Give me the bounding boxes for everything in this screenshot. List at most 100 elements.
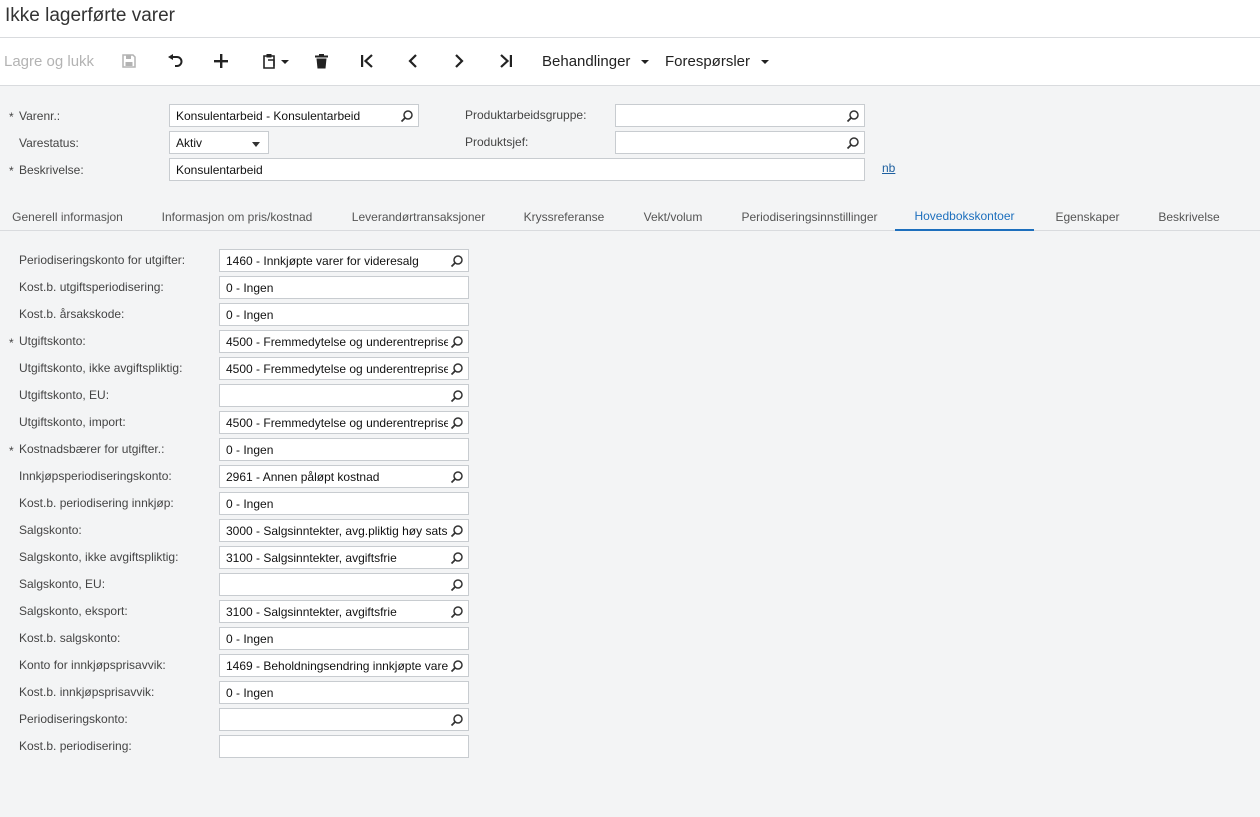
- save-close-button[interactable]: Lagre og lukk: [4, 38, 94, 84]
- gl-text-field[interactable]: 0 - Ingen: [219, 681, 469, 704]
- search-icon[interactable]: [400, 109, 414, 123]
- add-icon[interactable]: [210, 38, 232, 84]
- gl-lookup-field[interactable]: [219, 708, 469, 731]
- tab-bar: Generell informasjon Informasjon om pris…: [0, 203, 1260, 231]
- gl-field-value: 1460 - Innkjøpte varer for videresalg: [226, 253, 419, 268]
- language-link[interactable]: nb: [882, 161, 895, 175]
- gl-field-label: Kost.b. innkjøpsprisavvik:: [19, 685, 155, 699]
- varenr-value: Konsulentarbeid - Konsulentarbeid: [176, 108, 361, 123]
- produktarbeidsgruppe-label: Produktarbeidsgruppe:: [465, 108, 587, 122]
- foresporsler-label: Forespørsler: [665, 52, 751, 70]
- next-record-icon[interactable]: [448, 38, 470, 84]
- gl-text-field[interactable]: 0 - Ingen: [219, 438, 469, 461]
- toolbar: Lagre og lukk Behandlinger Forespørsler: [0, 38, 1260, 86]
- paste-menu-icon[interactable]: [258, 38, 292, 84]
- gl-field-value: 3000 - Salgsinntekter, avg.pliktig høy s…: [226, 523, 448, 538]
- search-icon[interactable]: [450, 605, 464, 619]
- gl-field-label: Kostnadsbærer for utgifter.:: [19, 442, 165, 456]
- gl-lookup-field[interactable]: 4500 - Fremmedytelse og underentreprise: [219, 357, 469, 380]
- gl-lookup-field[interactable]: 1469 - Beholdningsendring innkjøpte vare…: [219, 654, 469, 677]
- tab-egenskaper[interactable]: Egenskaper: [1044, 203, 1131, 231]
- gl-field-label: Salgskonto, eksport:: [19, 604, 128, 618]
- gl-field-label: Kost.b. utgiftsperiodisering:: [19, 280, 164, 294]
- tab-hovedbokskontoer[interactable]: Hovedbokskontoer: [895, 203, 1034, 231]
- varenr-label: Varenr.:: [19, 109, 61, 123]
- gl-field-label: Konto for innkjøpsprisavvik:: [19, 658, 166, 672]
- produktarbeidsgruppe-field[interactable]: [615, 104, 865, 127]
- search-icon[interactable]: [450, 416, 464, 430]
- gl-field-label: Utgiftskonto, ikke avgiftspliktig:: [19, 361, 183, 375]
- search-icon[interactable]: [846, 136, 860, 150]
- search-icon[interactable]: [450, 578, 464, 592]
- last-record-icon[interactable]: [495, 38, 517, 84]
- gl-text-field[interactable]: 0 - Ingen: [219, 303, 469, 326]
- gl-lookup-field[interactable]: 3100 - Salgsinntekter, avgiftsfrie: [219, 600, 469, 623]
- gl-field-value: 3100 - Salgsinntekter, avgiftsfrie: [226, 550, 397, 565]
- varenr-field[interactable]: Konsulentarbeid - Konsulentarbeid: [169, 104, 419, 127]
- previous-record-icon[interactable]: [402, 38, 424, 84]
- gl-field-value: 0 - Ingen: [226, 685, 274, 700]
- gl-field-value: 0 - Ingen: [226, 442, 274, 457]
- gl-text-field[interactable]: 0 - Ingen: [219, 276, 469, 299]
- required-marker: *: [9, 110, 14, 124]
- varestatus-value: Aktiv: [176, 135, 203, 150]
- search-icon[interactable]: [450, 551, 464, 565]
- tab-pris-kostnad[interactable]: Informasjon om pris/kostnad: [148, 203, 326, 231]
- first-record-icon[interactable]: [356, 38, 378, 84]
- gl-field-value: 0 - Ingen: [226, 280, 274, 295]
- gl-field-label: Kost.b. årsakskode:: [19, 307, 125, 321]
- gl-field-label: Salgskonto, ikke avgiftspliktig:: [19, 550, 179, 564]
- gl-text-field[interactable]: 0 - Ingen: [219, 492, 469, 515]
- tab-vekt-volum[interactable]: Vekt/volum: [632, 203, 714, 231]
- produktsjef-field[interactable]: [615, 131, 865, 154]
- varestatus-select[interactable]: Aktiv: [169, 131, 269, 154]
- delete-icon[interactable]: [310, 38, 332, 84]
- search-icon[interactable]: [450, 389, 464, 403]
- gl-field-label: Kost.b. periodisering innkjøp:: [19, 496, 174, 510]
- tab-generell-informasjon[interactable]: Generell informasjon: [0, 203, 135, 231]
- search-icon[interactable]: [450, 524, 464, 538]
- search-icon[interactable]: [450, 254, 464, 268]
- search-icon[interactable]: [450, 659, 464, 673]
- tab-periodiseringsinnstillinger[interactable]: Periodiseringsinnstillinger: [728, 203, 891, 231]
- gl-field-label: Utgiftskonto, EU:: [19, 388, 110, 402]
- behandlinger-menu[interactable]: Behandlinger: [542, 38, 650, 84]
- gl-lookup-field[interactable]: 1460 - Innkjøpte varer for videresalg: [219, 249, 469, 272]
- tab-kryssreferanse[interactable]: Kryssreferanse: [512, 203, 616, 231]
- gl-field-label: Utgiftskonto:: [19, 334, 86, 348]
- gl-lookup-field[interactable]: [219, 573, 469, 596]
- varestatus-label: Varestatus:: [19, 136, 79, 150]
- gl-lookup-field[interactable]: 2961 - Annen påløpt kostnad: [219, 465, 469, 488]
- required-marker: *: [9, 444, 14, 458]
- gl-lookup-field[interactable]: 4500 - Fremmedytelse og underentreprise: [219, 411, 469, 434]
- search-icon[interactable]: [450, 362, 464, 376]
- gl-field-label: Utgiftskonto, import:: [19, 415, 126, 429]
- beskrivelse-field[interactable]: Konsulentarbeid: [169, 158, 865, 181]
- gl-field-label: Kost.b. periodisering:: [19, 739, 132, 753]
- produktsjef-label: Produktsjef:: [465, 135, 529, 149]
- chevron-down-icon: [761, 60, 770, 64]
- gl-lookup-field[interactable]: 3000 - Salgsinntekter, avg.pliktig høy s…: [219, 519, 469, 542]
- gl-lookup-field[interactable]: [219, 384, 469, 407]
- gl-field-value: 0 - Ingen: [226, 307, 274, 322]
- chevron-down-icon: [641, 60, 650, 64]
- gl-lookup-field[interactable]: 3100 - Salgsinntekter, avgiftsfrie: [219, 546, 469, 569]
- gl-field-label: Periodiseringskonto for utgifter:: [19, 253, 186, 267]
- foresporsler-menu[interactable]: Forespørsler: [665, 38, 770, 84]
- required-marker: *: [9, 164, 14, 178]
- tab-beskrivelse[interactable]: Beskrivelse: [1145, 203, 1233, 231]
- chevron-down-icon: [252, 142, 260, 147]
- search-icon[interactable]: [450, 713, 464, 727]
- search-icon[interactable]: [450, 335, 464, 349]
- gl-text-field[interactable]: 0 - Ingen: [219, 627, 469, 650]
- search-icon[interactable]: [846, 109, 860, 123]
- undo-icon[interactable]: [164, 38, 186, 84]
- gl-lookup-field[interactable]: 4500 - Fremmedytelse og underentreprise: [219, 330, 469, 353]
- required-marker: *: [9, 336, 14, 350]
- search-icon[interactable]: [450, 470, 464, 484]
- tab-leverandortransaksjoner[interactable]: Leverandørtransaksjoner: [340, 203, 497, 231]
- gl-field-value: 4500 - Fremmedytelse og underentreprise: [226, 361, 448, 376]
- gl-text-field[interactable]: [219, 735, 469, 758]
- gl-field-label: Salgskonto, EU:: [19, 577, 106, 591]
- save-icon[interactable]: [118, 38, 140, 84]
